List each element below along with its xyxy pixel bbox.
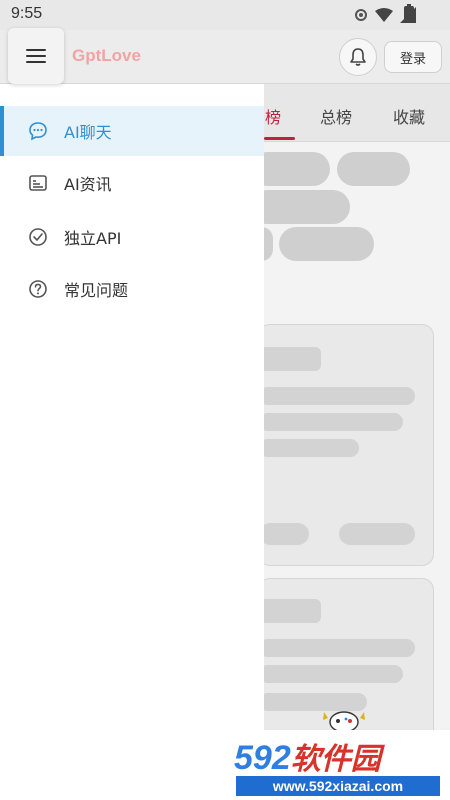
tab-favorites[interactable]: 收藏 — [393, 104, 425, 128]
hamburger-line — [26, 61, 46, 63]
skeleton-bar — [339, 523, 415, 545]
tab-underline — [264, 137, 295, 140]
gear-notification-icon — [355, 9, 367, 21]
drawer-item-label: AI聊天 — [64, 123, 112, 142]
skeleton-bar — [259, 665, 403, 683]
status-time: 9:55 — [11, 5, 43, 22]
hamburger-line — [26, 55, 46, 57]
skeleton-bar — [259, 347, 321, 371]
skeleton-bar — [259, 523, 309, 545]
drawer-item-independent-api[interactable]: 独立API — [0, 212, 264, 262]
watermark-logo-number: 592 — [234, 739, 291, 777]
tab-overall[interactable]: 总榜 — [320, 104, 352, 128]
app-title: GptLove — [72, 46, 141, 65]
chat-bubble-icon — [27, 120, 49, 142]
drawer-item-label: 常见问题 — [64, 281, 129, 300]
bell-icon — [350, 48, 366, 66]
drawer-item-faq[interactable]: 常见问题 — [0, 264, 264, 314]
app-header: GptLove 登录 — [0, 30, 450, 84]
skeleton-bar — [259, 639, 415, 657]
skeleton-pill — [279, 227, 374, 261]
watermark-url: www.592xiazai.com — [236, 776, 440, 796]
watermark-logo-text: 软件园 — [290, 743, 381, 776]
menu-button[interactable] — [8, 28, 64, 84]
tab-active-partial[interactable]: 榜 — [265, 104, 281, 128]
skeleton-bar — [259, 387, 415, 405]
battery-icon — [404, 4, 414, 23]
skeleton-pill — [337, 152, 410, 186]
wifi-icon — [375, 8, 393, 22]
skeleton-bar — [259, 439, 359, 457]
skeleton-card — [258, 324, 434, 566]
skeleton-bar — [259, 599, 321, 623]
hamburger-line — [26, 49, 46, 51]
watermark-logo: 592软件园 — [234, 734, 381, 778]
drawer-item-label: AI资讯 — [64, 175, 112, 194]
help-circle-icon — [27, 278, 49, 300]
active-indicator — [0, 106, 4, 156]
status-bar: 9:55 — [0, 0, 450, 30]
drawer-item-ai-chat[interactable]: AI聊天 — [0, 106, 264, 156]
drawer-item-label: 独立API — [64, 229, 122, 248]
check-circle-icon — [27, 226, 49, 248]
login-button[interactable]: 登录 — [384, 41, 442, 73]
skeleton-bar — [259, 413, 403, 431]
gamepad-mascot-icon — [323, 711, 365, 732]
skeleton-pill — [250, 190, 350, 224]
news-card-icon — [27, 172, 49, 194]
site-watermark: 592软件园 www.592xiazai.com — [224, 730, 450, 800]
notification-button[interactable] — [339, 38, 377, 76]
navigation-drawer: AI聊天 AI资讯 独立API 常见问题 — [0, 84, 264, 800]
drawer-item-ai-news[interactable]: AI资讯 — [0, 158, 264, 208]
